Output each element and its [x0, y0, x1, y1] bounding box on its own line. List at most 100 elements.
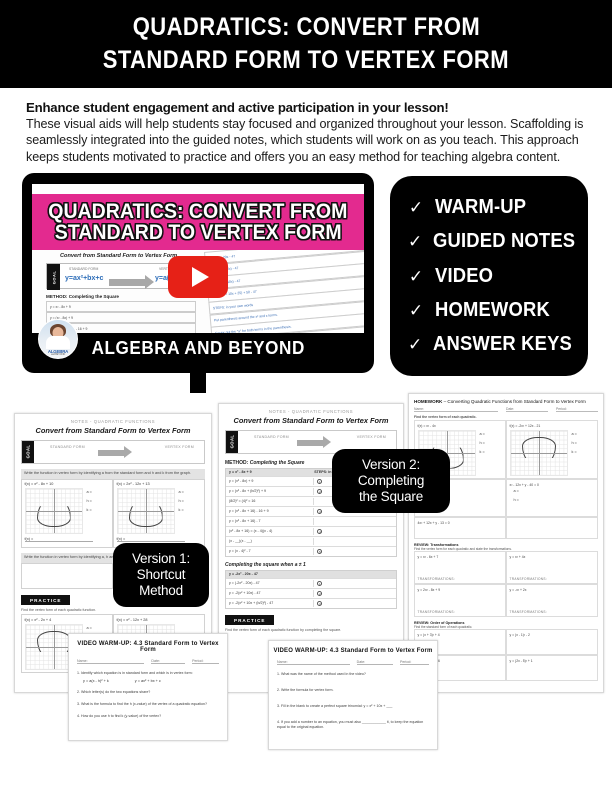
homework-eq: f(x) = -2x² + 12x - 21: [509, 423, 541, 428]
play-icon[interactable]: [168, 256, 228, 299]
slide-goal-tab: GOAL: [47, 264, 60, 291]
checklist-item-guided-notes: ✓ GUIDED NOTES: [408, 230, 578, 253]
check-icon: ✓: [408, 232, 423, 252]
play-triangle-icon: [192, 267, 209, 288]
v2-step-expr: y = (x² - 8x + 16) - 16 + 9: [226, 507, 315, 515]
version1-line1: Version 1:: [131, 551, 191, 567]
homework-title: HOMEWORK – Converting Quadratic Function…: [414, 399, 598, 404]
feature-checklist: ✓ WARM-UP ✓ GUIDED NOTES ✓ VIDEO ✓ HOMEW…: [390, 176, 588, 377]
checklist-label: ANSWER KEYS: [433, 333, 573, 356]
field-date[interactable]: Date:: [356, 660, 393, 666]
homework-cell: 4x² + 12x + y - 13 = 0: [414, 517, 506, 540]
review1-grid: y = x² - 6x + 7 TRANSFORMATIONS: y = x² …: [414, 551, 598, 618]
field-period[interactable]: Period:: [556, 407, 598, 413]
v1-blanks: a = h = k =: [87, 488, 92, 534]
warmup1-fields: Name: Date: Period:: [77, 659, 220, 665]
v1-practice-instruction: Find the vertex form of each quadratic f…: [21, 608, 97, 613]
warmup1-question: 1. Identify which equation is in standar…: [77, 671, 193, 676]
homework-review2: REVIEW: Order of Operations Find the sta…: [414, 621, 598, 629]
review2-grid: y = (x + 3)² + 4 y = (x - 1)² - 2 y = -(…: [414, 629, 598, 682]
v2-sub-header: y = -2x² - 20x - 47: [226, 570, 396, 578]
v2-step-num: [314, 540, 396, 543]
step-circle-icon: 3: [317, 600, 323, 606]
slide-right-table: y = -2x² - 20x - 47 y = (-2x² - 20x) - 4…: [204, 250, 364, 334]
slide-title: Convert from Standard Form to Vertex For…: [60, 253, 178, 260]
v1-graph: [24, 488, 83, 535]
page-header: QUADRATICS: CONVERT FROM STANDARD FORM T…: [0, 0, 612, 88]
middle-section: Convert from Standard Form to Vertex For…: [0, 173, 612, 394]
v1-blank-k: k =: [86, 508, 92, 513]
v2-step-expr: y = (x² - 8x + 16) - 7: [226, 517, 315, 525]
checklist-item-video: ✓ VIDEO: [408, 265, 578, 288]
checklist-item-warm-up: ✓ WARM-UP: [408, 196, 578, 219]
v1-vertex-label: VERTEX FORM: [164, 444, 194, 449]
blank-h: h =: [479, 440, 485, 445]
field-date[interactable]: Date:: [506, 407, 548, 413]
parabola-curve: [128, 506, 163, 528]
v1-instruction: Write the function in vertex form by ide…: [21, 468, 205, 479]
transformations-label: TRANSFORMATIONS:: [417, 609, 456, 614]
v1-problem-cell: [21, 562, 113, 589]
v2-vertex-label: VERTEX FORM: [356, 434, 386, 439]
v1-goal-label: GOAL: [25, 444, 31, 459]
checklist-label: HOMEWORK: [435, 298, 550, 321]
video-preview[interactable]: Convert from Standard Form to Vertex For…: [22, 173, 374, 394]
field-name[interactable]: Name:: [77, 659, 145, 665]
review1-eq: y = 2x² - 8x + 9: [417, 587, 441, 592]
homework-eq: f(x) = x² - 4x: [417, 423, 436, 428]
v2-method-label: METHOD:: [225, 459, 249, 466]
step-circle-icon: 4: [317, 528, 323, 534]
v2-title: Convert from Standard Form to Vertex For…: [233, 415, 389, 425]
checklist-item-answer-keys: ✓ ANSWER KEYS: [408, 333, 578, 356]
banner-line-2: STANDARD TO VERTEX FORM: [54, 221, 342, 245]
v1-arrow-icon: [98, 446, 133, 459]
blank-h: h =: [571, 440, 577, 445]
checklist-label: GUIDED NOTES: [433, 230, 576, 253]
v2-step-expr: (x - __)(x - __): [226, 537, 315, 545]
v2-sub-expr: y = -2(x² + 10x) - 47: [226, 589, 315, 597]
transformations-label: TRANSFORMATIONS:: [417, 576, 456, 581]
v1-blank-h: h =: [86, 499, 92, 504]
v2-sub-col1: y = -2x² - 20x - 47: [229, 572, 258, 577]
blank-k: k =: [479, 449, 485, 454]
review1-cell: y = x² + 4x TRANSFORMATIONS:: [506, 551, 598, 585]
v1-problem-cell: f(x) = 2x² - 12x + 13 a = h = k = f(x) =: [113, 478, 205, 548]
v2-sub-row: y = -2(x² + 10x) - 47 2: [226, 587, 396, 598]
v1-standard-label: STANDARD FORM: [50, 444, 85, 449]
v1-graph: [116, 488, 175, 535]
step-circle-icon: 1: [317, 478, 323, 484]
v2-sub-row: y = -2(x² + 10x + (b/2)²) - 47 3: [226, 597, 396, 608]
v2-sub-row: y = (-2x² - 20x) - 47 1: [226, 577, 396, 588]
v2-step-expr: y = (x - 4)² - 7: [226, 547, 315, 555]
v1-problem-eq: f(x) = 2x² - 12x + 13: [116, 482, 150, 487]
v2-step-expr: (8/2)² = (4)² = 16: [226, 497, 315, 505]
homework-title-bold: HOMEWORK: [414, 399, 443, 405]
field-name[interactable]: Name:: [277, 660, 350, 666]
homework-fields: Name: Date: Period:: [414, 407, 598, 413]
blank-a: a =: [513, 488, 519, 493]
warmup-sheet-2[interactable]: VIDEO WARM-UP: 4.3 Standard Form to Vert…: [268, 640, 438, 751]
v2-step-num: 4: [314, 527, 396, 535]
v1-blank-k: k =: [178, 508, 184, 513]
v1-blanks: a = h = k =: [179, 488, 184, 534]
field-period[interactable]: Period:: [399, 660, 429, 666]
field-date[interactable]: Date:: [151, 659, 186, 665]
v2-step-num: [314, 520, 396, 523]
warmup-sheet-1[interactable]: VIDEO WARM-UP: 4.3 Standard Form to Vert…: [68, 633, 228, 742]
description-body: These visual aids will help students sta…: [26, 117, 584, 164]
check-icon: ✓: [408, 266, 424, 286]
field-period[interactable]: Period:: [192, 659, 220, 665]
worksheet-previews: NOTES - QUADRATIC FUNCTIONS Convert from…: [0, 393, 612, 763]
v2-step-expr: y = (x² - 8x + (b/2)²) + 9: [226, 487, 315, 495]
warmup1-eq-right: y = ax² + bx + c: [134, 678, 161, 683]
review2-eq: y = (x - 1)² - 2: [509, 632, 530, 637]
v1-answer-line: f(x) =: [24, 537, 93, 543]
field-name[interactable]: Name:: [414, 407, 498, 413]
step-circle-icon: 2: [317, 488, 323, 494]
homework-eq: 4x² + 12x + y - 13 = 0: [417, 520, 450, 525]
v2-sub-table: y = -2x² - 20x - 47 y = (-2x² - 20x) - 4…: [225, 569, 397, 609]
description-lead: Enhance student engagement and active pa…: [26, 100, 449, 115]
v1-practice-label: PRACTICE: [21, 595, 71, 606]
v1-goal-tab: GOAL: [22, 440, 34, 463]
homework-blanks: a = h =: [514, 487, 595, 505]
